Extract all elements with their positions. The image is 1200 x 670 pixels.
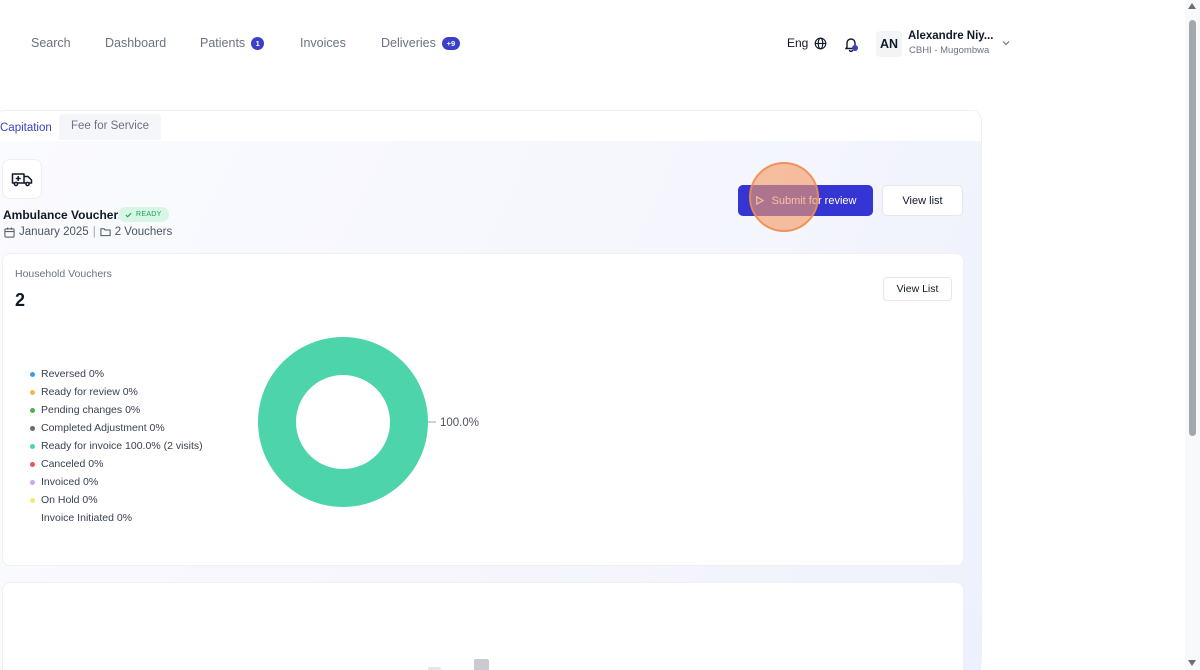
- legend-dot: [30, 443, 35, 449]
- nav-deliveries[interactable]: Deliveries +9: [381, 36, 460, 50]
- legend-dot: [30, 425, 35, 431]
- legend-dot: [30, 389, 35, 395]
- nav-patients-label: Patients: [200, 36, 246, 50]
- notification-bell-icon[interactable]: [843, 36, 859, 52]
- legend-label: Invoiced 0%: [41, 476, 99, 488]
- user-role: CBHI - Mugombwa: [909, 45, 990, 56]
- legend-dot: [30, 407, 35, 413]
- chart-bar-stub: [474, 659, 489, 670]
- legend-dot: [30, 371, 35, 377]
- legend-label: Ready for review 0%: [41, 386, 138, 398]
- legend-label: Ready for invoice 100.0% (2 visits): [41, 440, 203, 452]
- nav-invoices-label: Invoices: [300, 36, 346, 50]
- legend-item[interactable]: Reversed 0%: [30, 365, 203, 383]
- period-label: January 2025: [19, 226, 89, 238]
- legend-label: Pending changes 0%: [41, 404, 141, 416]
- status-donut-chart: 100.0%: [257, 337, 479, 507]
- play-icon: [755, 196, 764, 205]
- scroll-up-arrow-icon[interactable]: [1188, 3, 1196, 9]
- nav-dashboard[interactable]: Dashboard: [105, 36, 166, 50]
- top-navbar: Search Dashboard Patients 1 Invoices Del…: [0, 0, 1185, 88]
- globe-icon: [815, 37, 827, 49]
- user-name[interactable]: Alexandre Niy...: [908, 30, 993, 42]
- deliveries-count-badge: +9: [441, 36, 460, 50]
- legend-item[interactable]: Invoiced 0%: [30, 473, 203, 491]
- submit-for-review-label: Submit for review: [771, 194, 857, 207]
- legend-item[interactable]: Ready for review 0%: [30, 383, 203, 401]
- meta-separator: |: [92, 226, 96, 238]
- check-icon: [125, 212, 132, 218]
- voucher-meta: January 2025 | 2 Vouchers: [4, 226, 172, 238]
- donut-slice[interactable]: [257, 337, 428, 507]
- submit-for-review-button[interactable]: Submit for review: [738, 185, 873, 216]
- nav-dashboard-label: Dashboard: [105, 36, 167, 50]
- legend-dot: [30, 479, 35, 485]
- chevron-down-icon[interactable]: [1001, 38, 1011, 48]
- nav-invoices[interactable]: Invoices: [300, 36, 346, 50]
- nav-deliveries-label: Deliveries: [381, 36, 436, 50]
- household-vouchers-count: 2: [15, 290, 26, 310]
- legend-item[interactable]: Pending changes 0%: [30, 401, 203, 419]
- page-title: Ambulance Vouchers: [3, 208, 125, 222]
- legend-label: On Hold 0%: [41, 494, 98, 506]
- ambulance-icon-box: [2, 159, 42, 199]
- legend-label: Canceled 0%: [41, 458, 104, 470]
- legend-label: Completed Adjustment 0%: [41, 422, 165, 434]
- household-vouchers-title: Household Vouchers: [15, 268, 112, 280]
- page-scrollbar[interactable]: [1185, 0, 1200, 670]
- status-badge-label: READY: [136, 211, 162, 218]
- language-selector[interactable]: Eng: [787, 36, 827, 50]
- patients-count-badge: 1: [251, 36, 265, 50]
- language-label: Eng: [787, 36, 809, 50]
- tab-capitation[interactable]: Capitation: [0, 116, 64, 140]
- ambulance-icon: [11, 173, 33, 187]
- view-list-button[interactable]: View list: [882, 185, 963, 216]
- household-view-list-button[interactable]: View List: [883, 277, 952, 301]
- scroll-down-arrow-icon[interactable]: [1188, 660, 1196, 666]
- vouchers-count-label: 2 Vouchers: [114, 226, 173, 238]
- chart-legend: Reversed 0% Ready for review 0% Pending ch…: [30, 365, 203, 527]
- legend-item[interactable]: Completed Adjustment 0%: [30, 419, 203, 437]
- legend-label: Reversed 0%: [41, 368, 105, 380]
- calendar-icon: [4, 226, 15, 238]
- legend-dot: [30, 515, 35, 521]
- nav-search-label: Search: [31, 36, 71, 50]
- legend-label: Invoice Initiated 0%: [41, 512, 133, 524]
- tab-fee-for-service[interactable]: Fee for Service: [59, 114, 161, 140]
- slice-label: 100.0%: [440, 417, 479, 429]
- status-badge: READY: [118, 207, 169, 222]
- legend-dot: [30, 497, 35, 503]
- nav-patients[interactable]: Patients 1: [200, 36, 265, 50]
- scrollbar-thumb[interactable]: [1189, 20, 1196, 436]
- secondary-chart-card: [2, 582, 964, 670]
- nav-search[interactable]: Search: [31, 36, 71, 50]
- folder-icon: [100, 228, 111, 237]
- legend-dot: [30, 461, 35, 467]
- legend-item[interactable]: On Hold 0%: [30, 491, 203, 509]
- user-avatar[interactable]: AN: [876, 31, 902, 57]
- legend-item[interactable]: Canceled 0%: [30, 455, 203, 473]
- legend-item[interactable]: Invoice Initiated 0%: [30, 509, 203, 527]
- legend-item[interactable]: Ready for invoice 100.0% (2 visits): [30, 437, 203, 455]
